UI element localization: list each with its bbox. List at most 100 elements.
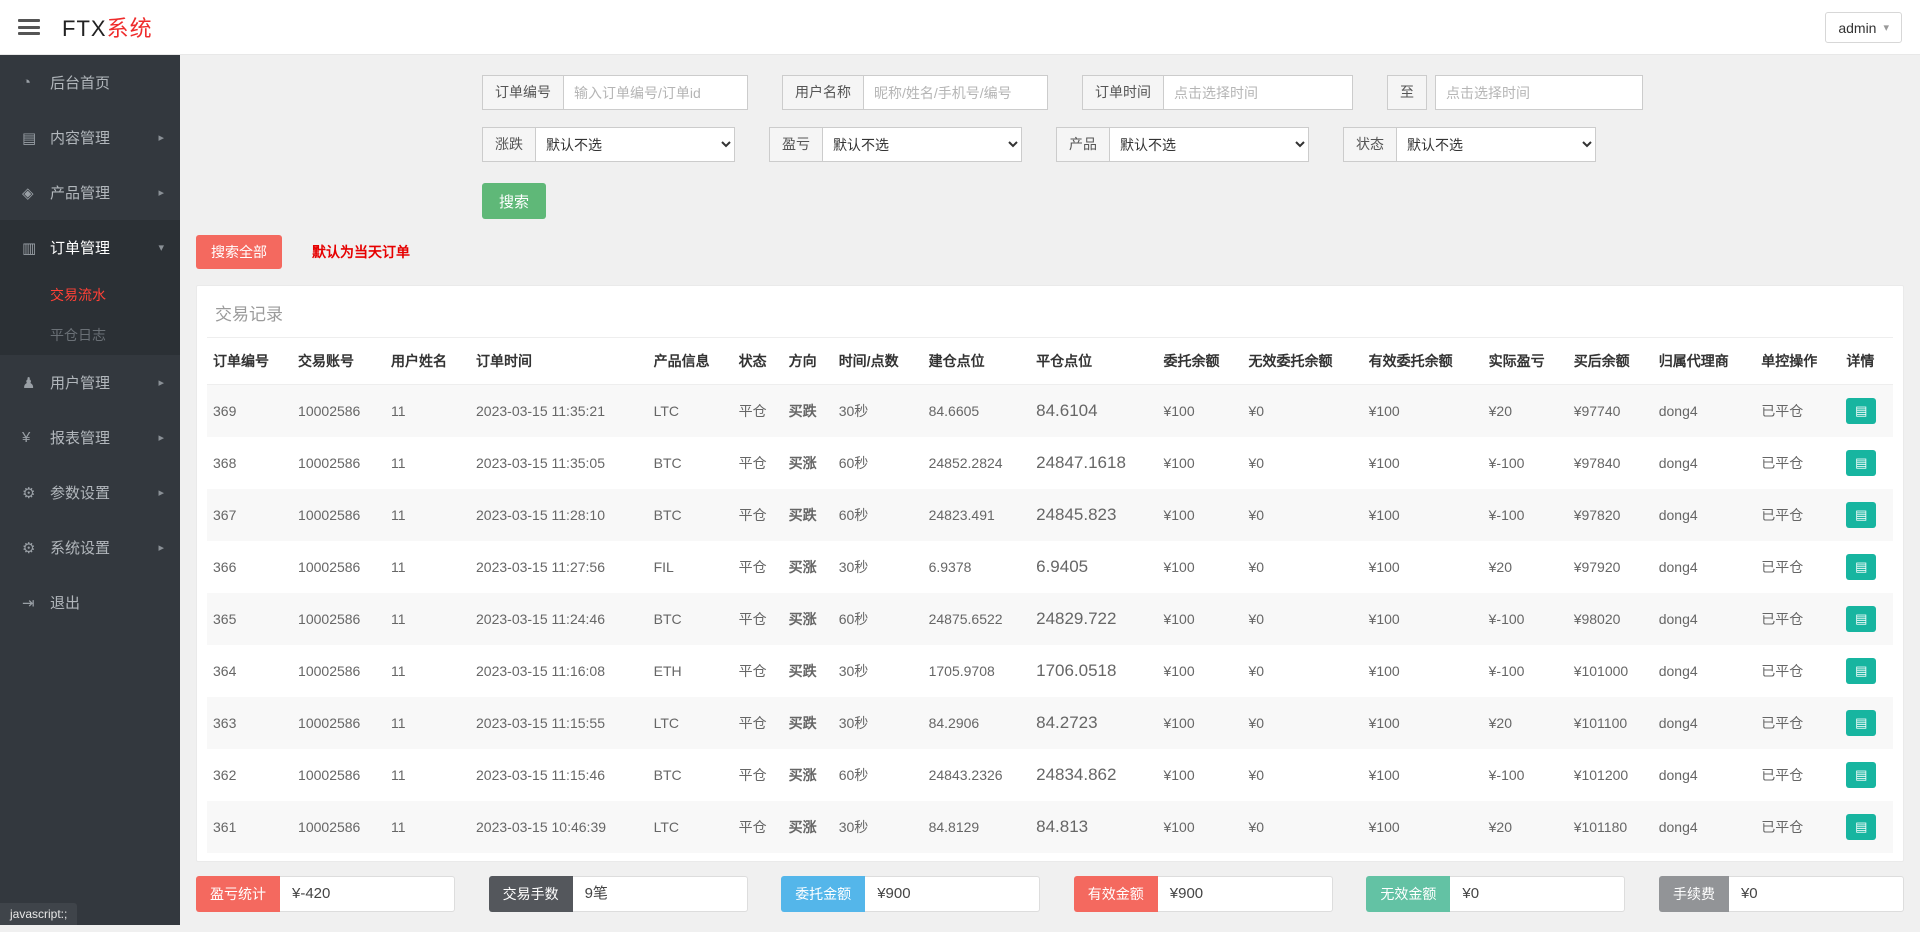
cell-entrust-balance: ¥100 <box>1157 385 1242 438</box>
order-icon: ▥ <box>22 239 50 257</box>
cell-period: 60秒 <box>833 593 923 645</box>
status-link-preview: javascript:; <box>0 903 77 925</box>
filter-row-1: 订单编号 用户名称 订单时间 至 <box>482 75 1904 110</box>
sidebar-item-label: 参数设置 <box>50 482 110 503</box>
cell-close-point: 6.9405 <box>1030 541 1157 593</box>
order-time-start-input[interactable] <box>1163 75 1353 110</box>
detail-button[interactable]: ▤ <box>1846 502 1876 528</box>
detail-button[interactable]: ▤ <box>1846 658 1876 684</box>
cell-close-point: 24834.862 <box>1030 749 1157 801</box>
cell-agent: dong4 <box>1653 541 1756 593</box>
updown-select[interactable]: 默认不选 <box>535 127 735 162</box>
valid-amount-button[interactable]: 有效金额 <box>1074 876 1158 912</box>
cell-control: 已平仓 <box>1755 801 1840 853</box>
sidebar-item-logout[interactable]: ⇥ 退出 <box>0 575 180 630</box>
cell-valid-entrust: ¥100 <box>1363 645 1483 697</box>
search-button[interactable]: 搜索 <box>482 183 546 219</box>
updown-field-group: 涨跌 默认不选 <box>482 127 735 162</box>
sidebar-item-dashboard[interactable]: ◔ 后台首页 <box>0 55 180 110</box>
cell-actual-pl: ¥20 <box>1483 541 1568 593</box>
cell-user-name: 11 <box>385 697 470 749</box>
cell-open-point: 24843.2326 <box>923 749 1031 801</box>
cell-detail: ▤ <box>1840 541 1893 593</box>
cell-entrust-balance: ¥100 <box>1157 645 1242 697</box>
product-icon: ◈ <box>22 184 50 202</box>
search-all-button[interactable]: 搜索全部 <box>196 235 282 269</box>
cell-entrust-balance: ¥100 <box>1157 541 1242 593</box>
sidebar-item-label: 报表管理 <box>50 427 110 448</box>
cell-product: ETH <box>648 645 733 697</box>
status-select[interactable]: 默认不选 <box>1396 127 1596 162</box>
profit-select[interactable]: 默认不选 <box>822 127 1022 162</box>
detail-button[interactable]: ▤ <box>1846 398 1876 424</box>
sidebar-item-parameters[interactable]: ⚙ 参数设置 ▸ <box>0 465 180 520</box>
summary-pl: 盈亏统计 ¥-420 <box>196 876 455 912</box>
cell-actual-pl: ¥20 <box>1483 801 1568 853</box>
order-no-label: 订单编号 <box>482 75 563 110</box>
invalid-amount-button[interactable]: 无效金额 <box>1366 876 1450 912</box>
sidebar-item-system-settings[interactable]: ⚙ 系统设置 ▸ <box>0 520 180 575</box>
sidebar-item-users[interactable]: ♟ 用户管理 ▸ <box>0 355 180 410</box>
col-valid-entrust: 有效委托余额 <box>1363 338 1483 385</box>
cell-entrust-balance: ¥100 <box>1157 801 1242 853</box>
sidebar-item-products[interactable]: ◈ 产品管理 ▸ <box>0 165 180 220</box>
dashboard-icon: ◔ <box>22 74 50 91</box>
updown-label: 涨跌 <box>482 127 535 162</box>
cell-order-no: 369 <box>207 385 292 438</box>
fee-button[interactable]: 手续费 <box>1659 876 1729 912</box>
cell-open-point: 24823.491 <box>923 489 1031 541</box>
menu-toggle-icon[interactable] <box>18 19 40 35</box>
main-content: 订单编号 用户名称 订单时间 至 涨跌 默认不选 <box>180 0 1920 932</box>
detail-button[interactable]: ▤ <box>1846 710 1876 736</box>
cell-after-balance: ¥97840 <box>1568 437 1653 489</box>
cell-valid-entrust: ¥100 <box>1363 489 1483 541</box>
table-row: 367 10002586 11 2023-03-15 11:28:10 BTC … <box>207 489 1893 541</box>
product-label: 产品 <box>1056 127 1109 162</box>
detail-icon: ▤ <box>1855 711 1867 735</box>
cell-valid-entrust: ¥100 <box>1363 749 1483 801</box>
cell-status: 平仓 <box>733 385 783 438</box>
sidebar-item-close-log[interactable]: 平仓日志 <box>0 315 180 355</box>
sidebar-item-reports[interactable]: ¥ 报表管理 ▸ <box>0 410 180 465</box>
trade-count-button[interactable]: 交易手数 <box>489 876 573 912</box>
cell-order-time: 2023-03-15 11:35:21 <box>470 385 648 438</box>
detail-button[interactable]: ▤ <box>1846 450 1876 476</box>
order-time-end-input[interactable] <box>1435 75 1643 110</box>
pl-total-button[interactable]: 盈亏统计 <box>196 876 280 912</box>
cell-status: 平仓 <box>733 697 783 749</box>
order-no-input[interactable] <box>563 75 748 110</box>
cell-close-point: 24847.1618 <box>1030 437 1157 489</box>
detail-button[interactable]: ▤ <box>1846 762 1876 788</box>
cell-after-balance: ¥97920 <box>1568 541 1653 593</box>
sidebar-item-label: 内容管理 <box>50 127 110 148</box>
cell-close-point: 24845.823 <box>1030 489 1157 541</box>
col-order-no: 订单编号 <box>207 338 292 385</box>
cell-detail: ▤ <box>1840 437 1893 489</box>
table-row: 366 10002586 11 2023-03-15 11:27:56 FIL … <box>207 541 1893 593</box>
cell-close-point: 1706.0518 <box>1030 645 1157 697</box>
detail-button[interactable]: ▤ <box>1846 814 1876 840</box>
product-select[interactable]: 默认不选 <box>1109 127 1309 162</box>
user-name-input[interactable] <box>863 75 1048 110</box>
status-label: 状态 <box>1343 127 1396 162</box>
cell-agent: dong4 <box>1653 593 1756 645</box>
admin-dropdown[interactable]: admin ▾ <box>1825 12 1902 43</box>
entrust-amount-button[interactable]: 委托金额 <box>781 876 865 912</box>
cell-invalid-entrust: ¥0 <box>1243 385 1363 438</box>
cell-control: 已平仓 <box>1755 697 1840 749</box>
col-detail: 详情 <box>1840 338 1893 385</box>
cell-account: 10002586 <box>292 385 385 438</box>
detail-icon: ▤ <box>1855 659 1867 683</box>
cell-after-balance: ¥97740 <box>1568 385 1653 438</box>
col-account: 交易账号 <box>292 338 385 385</box>
sidebar-item-content[interactable]: ▤ 内容管理 ▸ <box>0 110 180 165</box>
detail-button[interactable]: ▤ <box>1846 606 1876 632</box>
detail-button[interactable]: ▤ <box>1846 554 1876 580</box>
sidebar-item-orders[interactable]: ▥ 订单管理 ▾ <box>0 220 180 275</box>
sidebar-item-trade-flow[interactable]: 交易流水 <box>0 275 180 315</box>
summary-trades: 交易手数 9笔 <box>489 876 748 912</box>
user-name-label: 用户名称 <box>782 75 863 110</box>
summary-invalid: 无效金额 ¥0 <box>1366 876 1625 912</box>
profit-field-group: 盈亏 默认不选 <box>769 127 1022 162</box>
cell-period: 30秒 <box>833 385 923 438</box>
